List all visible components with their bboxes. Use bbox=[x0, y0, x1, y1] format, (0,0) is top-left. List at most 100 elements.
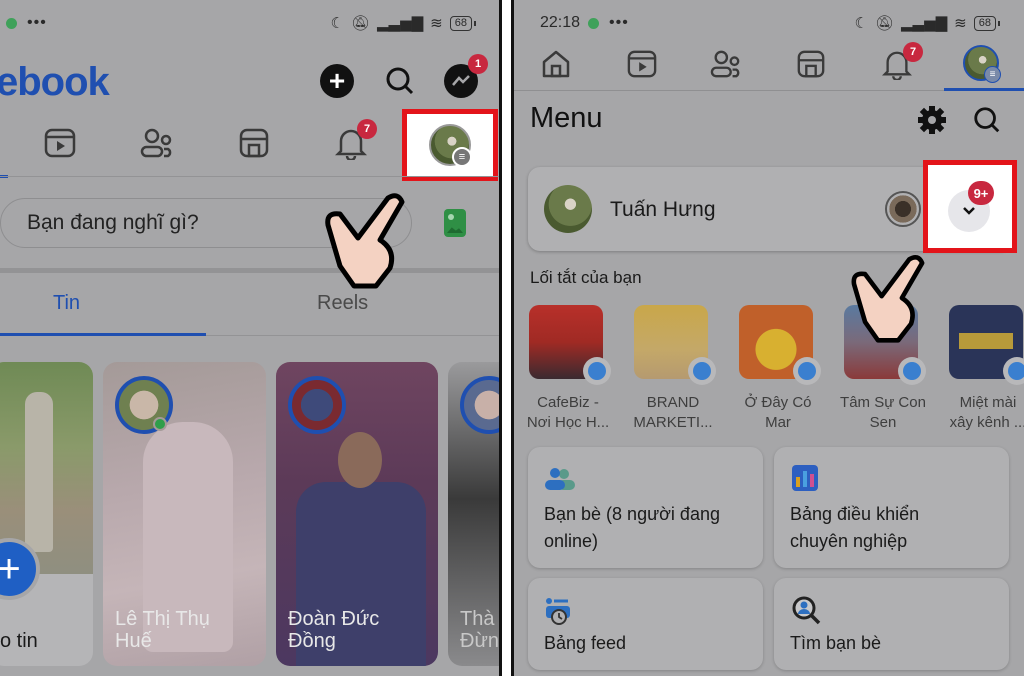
menu-tile-find-friends[interactable]: Tìm bạn bè bbox=[774, 578, 1009, 670]
dashboard-icon bbox=[792, 465, 818, 491]
shortcut-label: BRAND MARKETI... bbox=[633, 394, 713, 431]
group-badge bbox=[898, 357, 926, 385]
home-icon bbox=[542, 50, 570, 78]
active-tab-indicator bbox=[0, 333, 206, 336]
nav-notifications[interactable]: 7 bbox=[333, 119, 377, 161]
gear-icon bbox=[918, 106, 946, 134]
shortcut-banner bbox=[959, 333, 1013, 349]
find-friends-icon bbox=[792, 596, 821, 625]
reels-icon bbox=[627, 50, 657, 78]
story-card[interactable]: Thà Đừn bbox=[448, 362, 500, 666]
profile-name: Tuấn Hưng bbox=[610, 198, 716, 221]
group-badge bbox=[583, 357, 611, 385]
status-dots: ••• bbox=[27, 14, 47, 31]
nav-friends[interactable] bbox=[706, 44, 746, 84]
marketplace-icon bbox=[797, 50, 825, 78]
person-figure bbox=[25, 392, 53, 552]
messenger-icon bbox=[452, 75, 470, 86]
photo-icon[interactable] bbox=[444, 209, 466, 237]
shortcut-item[interactable]: BRAND MARKETI... bbox=[633, 305, 716, 431]
status-dots: ••• bbox=[609, 14, 629, 31]
nav-marketplace[interactable] bbox=[791, 44, 831, 84]
tab-reels[interactable]: Reels bbox=[317, 292, 368, 315]
panel-gap bbox=[502, 0, 511, 676]
status-icons: ☾ 🔕︎ ▂▃▅▇ ≋ 68 bbox=[854, 14, 1001, 32]
menu-hamburger-icon: ≡ bbox=[452, 147, 472, 167]
group-badge bbox=[793, 357, 821, 385]
messenger-badge: 1 bbox=[468, 54, 488, 74]
settings-button[interactable] bbox=[918, 106, 946, 139]
story-author: Lê Thị Thụ Huế bbox=[115, 608, 210, 652]
friends-icon bbox=[140, 128, 172, 158]
group-icon bbox=[588, 362, 606, 380]
shortcut-thumbnail bbox=[529, 305, 611, 385]
shortcut-label: CafeBiz - Nơi Học H... bbox=[526, 394, 610, 431]
group-badge bbox=[1003, 357, 1024, 385]
nav-marketplace[interactable] bbox=[236, 125, 272, 161]
search-icon bbox=[974, 107, 1000, 133]
wifi-icon: ≋ bbox=[954, 15, 967, 32]
group-icon bbox=[1008, 362, 1024, 380]
left-screenshot: ••• ☾ 🔕︎ ▂▃▅▇ ≋ 68 ebook + 1 7 ≡ Bạn đan… bbox=[0, 0, 500, 676]
shortcut-item[interactable]: Ở Đây Có Mar bbox=[739, 305, 821, 431]
story-card[interactable]: Đoàn Đức Đồng bbox=[276, 362, 438, 666]
tile-label: Bảng feed bbox=[544, 633, 627, 653]
page-title: Menu bbox=[530, 102, 603, 134]
shortcuts-heading: Lối tắt của bạn bbox=[530, 268, 642, 287]
create-story-card[interactable]: o tin bbox=[0, 362, 93, 666]
shortcut-item[interactable]: CafeBiz - Nơi Học H... bbox=[527, 305, 611, 431]
shortcut-thumbnail bbox=[634, 305, 716, 385]
tab-stories[interactable]: Tin bbox=[53, 292, 80, 315]
nav-reels[interactable] bbox=[42, 125, 78, 161]
nav-reels[interactable] bbox=[622, 44, 662, 84]
story-author-line1: Thà bbox=[460, 608, 495, 630]
moon-icon: ☾ bbox=[854, 15, 868, 32]
menu-tile-pro-dashboard[interactable]: Bảng điều khiển chuyên nghiệp bbox=[774, 447, 1009, 568]
nav-home[interactable] bbox=[536, 44, 576, 84]
plus-icon: + bbox=[328, 65, 346, 96]
story-card[interactable]: Lê Thị Thụ Huế bbox=[103, 362, 266, 666]
shortcut-label: Miệt mài xây kênh ... bbox=[949, 394, 1024, 431]
create-button[interactable]: + bbox=[320, 64, 354, 98]
switch-profile-icon[interactable] bbox=[885, 191, 921, 227]
search-button[interactable] bbox=[383, 64, 417, 98]
story-author-line2: Đồng bbox=[288, 630, 336, 652]
battery-indicator: 68 bbox=[449, 15, 477, 31]
group-icon bbox=[798, 362, 816, 380]
status-bar: 22:18 ••• ☾ 🔕︎ ▂▃▅▇ ≋ 68 bbox=[514, 0, 1024, 46]
story-author: Thà Đừn bbox=[460, 608, 499, 652]
shortcut-thumbnail bbox=[739, 305, 821, 385]
group-badge bbox=[688, 357, 716, 385]
nav-divider bbox=[0, 176, 500, 177]
pointing-hand-icon bbox=[851, 255, 925, 343]
nav-notifications[interactable]: 7 bbox=[877, 42, 923, 84]
signal-icon: ▂▃▅▇ bbox=[901, 15, 948, 32]
section-separator bbox=[0, 268, 500, 273]
menu-tile-feeds[interactable]: Bảng feed bbox=[528, 578, 763, 670]
wifi-icon: ≋ bbox=[430, 15, 443, 32]
shortcut-item[interactable]: Miệt mài xây kênh ... bbox=[949, 305, 1024, 431]
menu-search-button[interactable] bbox=[972, 105, 1002, 140]
story-author-line2: Đừn bbox=[460, 630, 499, 652]
account-switcher-badge: 9+ bbox=[968, 181, 994, 205]
story-author-line1: Đoàn Đức bbox=[288, 608, 380, 630]
right-screenshot: 22:18 ••• ☾ 🔕︎ ▂▃▅▇ ≋ 68 7 ≡ Menu Tuấn H… bbox=[514, 0, 1024, 676]
friends-icon bbox=[545, 468, 575, 490]
status-dot-icon bbox=[588, 17, 600, 29]
status-icons: ☾ 🔕︎ ▂▃▅▇ ≋ 68 bbox=[330, 14, 477, 32]
story-face bbox=[338, 432, 382, 488]
shortcut-thumbnail bbox=[949, 305, 1024, 385]
nav-active-indicator bbox=[944, 88, 1024, 91]
create-story-label: o tin bbox=[0, 630, 38, 652]
menu-tile-friends[interactable]: Bạn bè (8 người đang online) bbox=[528, 447, 763, 568]
menu-hamburger-icon: ≡ bbox=[984, 66, 1001, 83]
marketplace-icon bbox=[239, 128, 269, 158]
notifications-badge: 7 bbox=[903, 42, 923, 62]
moon-icon: ☾ bbox=[330, 15, 344, 32]
notifications-badge: 7 bbox=[357, 119, 377, 139]
search-icon bbox=[386, 67, 414, 95]
mute-bell-icon: 🔕︎ bbox=[874, 15, 895, 32]
facebook-logo: ebook bbox=[0, 60, 110, 104]
messenger-button[interactable]: 1 bbox=[444, 54, 488, 98]
nav-friends[interactable] bbox=[139, 125, 175, 161]
